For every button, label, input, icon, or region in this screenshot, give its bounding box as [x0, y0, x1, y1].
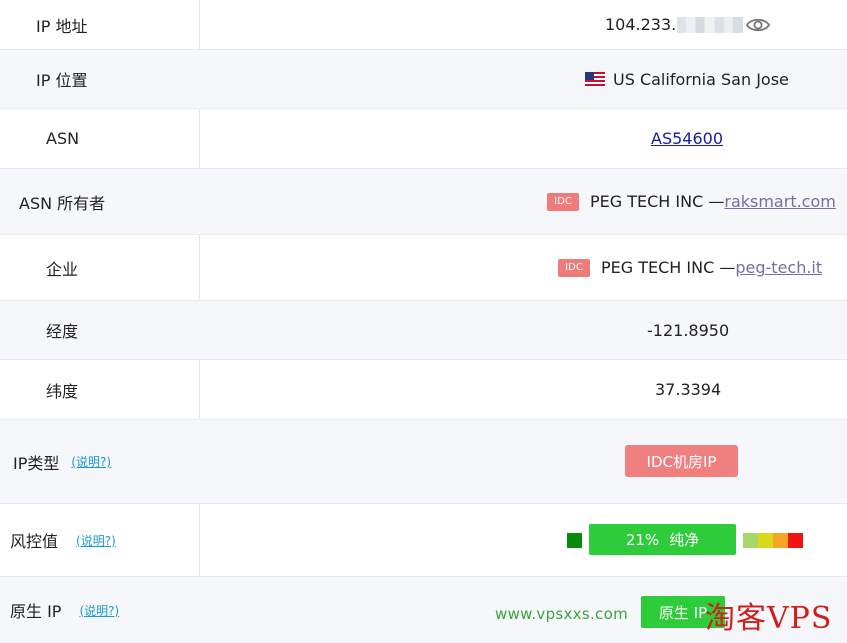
asn-label: ASN: [46, 129, 80, 148]
idc-badge: IDC: [558, 258, 590, 277]
row-ip-address: IP 地址 104.233.: [0, 0, 847, 50]
asn-owner-label: ASN 所有者: [19, 193, 106, 213]
risk-score-bar: 21% 纯净: [589, 524, 736, 555]
ip-address-text: 104.233.: [605, 15, 677, 34]
ip-address-value: 104.233.: [605, 0, 771, 49]
enterprise-name: PEG TECH INC —: [601, 258, 736, 277]
asn-owner-site-link[interactable]: raksmart.com: [724, 192, 835, 211]
watermark-url: www.vpsxxs.com: [495, 605, 628, 623]
row-longitude: 经度 -121.8950: [0, 301, 847, 360]
latitude-label: 纬度: [46, 381, 79, 401]
ip-location-value: US California San Jose: [585, 50, 789, 108]
row-latitude: 纬度 37.3394: [0, 360, 847, 420]
row-ip-type: IP类型 (说明?) IDC机房IP: [0, 420, 847, 504]
native-ip-label-group: 原生 IP (说明?): [10, 577, 119, 643]
risk-scale-low: [743, 533, 758, 548]
native-ip-label: 原生 IP: [10, 602, 62, 621]
eye-icon[interactable]: [745, 16, 771, 34]
ip-type-label-group: IP类型 (说明?): [13, 420, 111, 503]
ip-type-label: IP类型: [13, 453, 60, 473]
row-risk-score: 风控值 (说明?) 21% 纯净: [0, 504, 847, 577]
risk-level-indicator: [567, 533, 582, 548]
ip-address-label: IP 地址: [36, 16, 88, 36]
risk-percent: 21%: [625, 530, 660, 549]
risk-label: 风控值: [10, 532, 59, 551]
idc-badge: IDC: [547, 192, 579, 211]
native-ip-help-link[interactable]: (说明?): [79, 602, 119, 619]
latitude-value: 37.3394: [655, 380, 722, 399]
row-ip-location: IP 位置 US California San Jose: [0, 50, 847, 109]
enterprise-label: 企业: [46, 259, 79, 279]
asn-link[interactable]: AS54600: [651, 129, 723, 148]
risk-scale: [743, 533, 803, 548]
enterprise-site-link[interactable]: peg-tech.it: [735, 258, 822, 277]
asn-value: AS54600: [651, 109, 723, 168]
asn-owner-name: PEG TECH INC —: [590, 192, 725, 211]
ip-location-text: US California San Jose: [613, 69, 789, 89]
risk-help-link[interactable]: (说明?): [76, 532, 116, 549]
row-enterprise: 企业 IDC PEG TECH INC — peg-tech.it: [0, 235, 847, 301]
risk-label-group: 风控值 (说明?): [10, 504, 116, 576]
us-flag-icon: [585, 72, 605, 86]
watermark-brand: 淘客VPS: [705, 601, 833, 636]
ip-type-help-link[interactable]: (说明?): [71, 453, 111, 470]
risk-scale-medium: [758, 533, 773, 548]
ip-address-masked: [677, 16, 744, 33]
enterprise-value: IDC PEG TECH INC — peg-tech.it: [558, 235, 822, 300]
longitude-label: 经度: [46, 322, 79, 341]
asn-owner-value: IDC PEG TECH INC — raksmart.com: [547, 169, 836, 234]
risk-scale-high: [773, 533, 788, 548]
ip-type-badge: IDC机房IP: [625, 445, 738, 477]
risk-scale-critical: [788, 533, 803, 548]
row-asn-owner: ASN 所有者 IDC PEG TECH INC — raksmart.com: [0, 169, 847, 235]
ip-location-label: IP 位置: [36, 71, 88, 90]
risk-status: 纯净: [669, 531, 700, 549]
row-asn: ASN AS54600: [0, 109, 847, 169]
longitude-value: -121.8950: [647, 320, 730, 340]
